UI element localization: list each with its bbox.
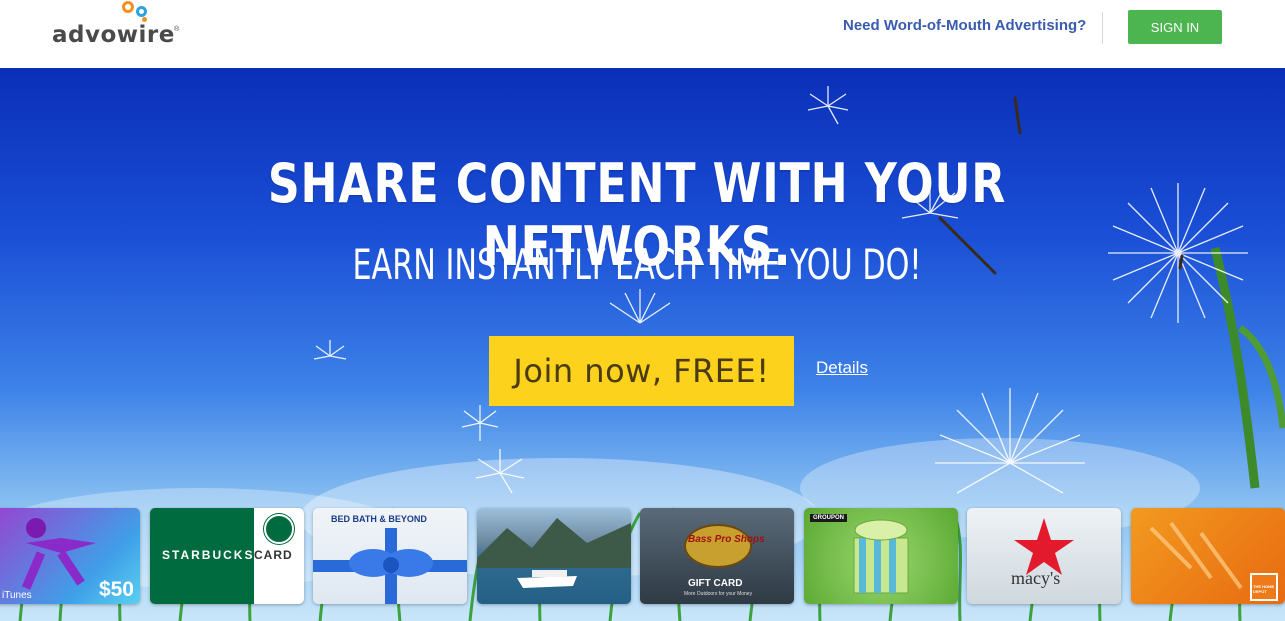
hero-subtitle: EARN INSTANTLY EACH TIME YOU DO! <box>352 240 922 289</box>
gift-box-icon <box>853 519 909 594</box>
bass-pro-gift-card-label: GIFT CARD <box>688 578 743 589</box>
bass-pro-tagline: More Outdoors for your Money <box>684 591 753 597</box>
bed-bath-beyond-gift-card[interactable]: BED BATH & BEYOND <box>313 508 467 604</box>
word-of-mouth-advertising-link[interactable]: Need Word-of-Mouth Advertising? <box>843 17 1086 34</box>
bass-pro-shops-gift-card[interactable]: Bass Pro Shops GIFT CARD More Outdoors f… <box>640 508 794 604</box>
macys-star-icon <box>1014 518 1074 575</box>
starbucks-logo-icon <box>264 514 294 544</box>
cruise-gift-card[interactable] <box>477 508 631 604</box>
gift-card-strip: iTunes $50 STARBUCKS CARD BED BATH & BEY… <box>0 508 1285 605</box>
logo-text: advowire <box>52 22 175 48</box>
advowire-logo[interactable]: advowire ® <box>52 0 182 50</box>
home-depot-gift-card[interactable]: THE HOME DEPOT <box>1131 508 1285 604</box>
cruise-ship-scene-art <box>477 518 631 588</box>
sign-in-button[interactable]: SIGN IN <box>1128 10 1222 44</box>
bass-pro-shops-label: Bass Pro Shops <box>688 534 765 545</box>
starbucks-gift-card[interactable]: STARBUCKS CARD <box>150 508 304 604</box>
macys-label: macy's <box>1011 568 1061 588</box>
blue-ribbon-bow-icon <box>313 528 467 604</box>
itunes-amount: $50 <box>98 578 134 601</box>
join-now-button[interactable]: Join now, FREE! <box>489 336 794 406</box>
groupon-gift-card[interactable]: GROUPON <box>804 508 958 604</box>
logo-registered-mark: ® <box>174 26 180 33</box>
bass-fish-icon <box>684 524 752 568</box>
macys-gift-card[interactable]: macy's <box>967 508 1121 604</box>
logo-orange-ring <box>122 1 134 13</box>
itunes-label: iTunes <box>2 590 32 601</box>
home-depot-label: THE HOME DEPOT <box>1253 584 1275 594</box>
starbucks-label: STARBUCKS <box>162 548 255 562</box>
hero-banner: SHARE CONTENT WITH YOUR NETWORKS. EARN I… <box>0 68 1285 621</box>
starbucks-card-label: CARD <box>254 548 293 562</box>
site-header: advowire ® Need Word-of-Mouth Advertisin… <box>0 0 1285 68</box>
logo-blue-ring <box>136 6 147 17</box>
itunes-gift-card[interactable]: iTunes $50 <box>0 508 140 604</box>
details-link[interactable]: Details <box>816 358 868 378</box>
header-divider <box>1102 12 1103 44</box>
